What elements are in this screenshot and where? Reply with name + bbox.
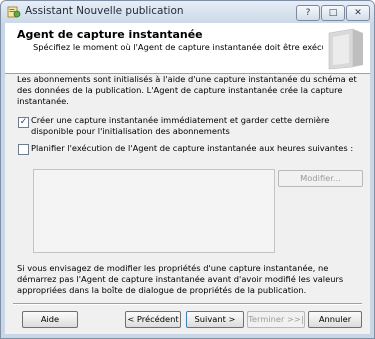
previous-button[interactable]: < Précédent bbox=[125, 311, 181, 328]
publication-wizard-icon bbox=[7, 6, 21, 18]
help-button[interactable]: Aide bbox=[22, 311, 78, 328]
next-button[interactable]: Suivant > bbox=[186, 311, 244, 328]
create-snapshot-now-checkbox[interactable]: ✓ bbox=[18, 117, 29, 128]
schedule-snapshot-checkbox[interactable] bbox=[18, 144, 29, 155]
window-title: Assistant Nouvelle publication bbox=[25, 5, 184, 17]
help-title-button[interactable]: ? bbox=[296, 5, 320, 21]
schedule-snapshot-label[interactable]: Planifier l'exécution de l'Agent de capt… bbox=[31, 143, 361, 154]
page-title: Agent de capture instantanée bbox=[17, 28, 203, 41]
title-bar: Assistant Nouvelle publication ? □ ✕ bbox=[1, 1, 374, 23]
properties-note-text: Si vous envisagez de modifier les propri… bbox=[17, 263, 344, 295]
intro-text: Les abonnements sont initialisés à l'aid… bbox=[17, 74, 357, 106]
wizard-window: Assistant Nouvelle publication ? □ ✕ Age… bbox=[0, 0, 375, 339]
wizard-content: Agent de capture instantanée Spécifiez l… bbox=[5, 23, 370, 334]
create-snapshot-now-label[interactable]: Créer une capture instantanée immédiatem… bbox=[31, 115, 361, 137]
modify-schedule-button[interactable]: Modifier... bbox=[278, 170, 363, 187]
schedule-description-box bbox=[33, 169, 275, 253]
cancel-button[interactable]: Annuler bbox=[308, 311, 362, 328]
maximize-button[interactable]: □ bbox=[321, 5, 345, 21]
footer-separator bbox=[13, 303, 362, 305]
page-header: Agent de capture instantanée Spécifiez l… bbox=[5, 23, 370, 74]
finish-button[interactable]: Terminer >>| bbox=[247, 311, 305, 328]
wizard-banner-graphic bbox=[323, 25, 367, 71]
page-subtitle: Spécifiez le moment où l'Agent de captur… bbox=[33, 42, 338, 52]
close-button[interactable]: ✕ bbox=[346, 5, 370, 21]
